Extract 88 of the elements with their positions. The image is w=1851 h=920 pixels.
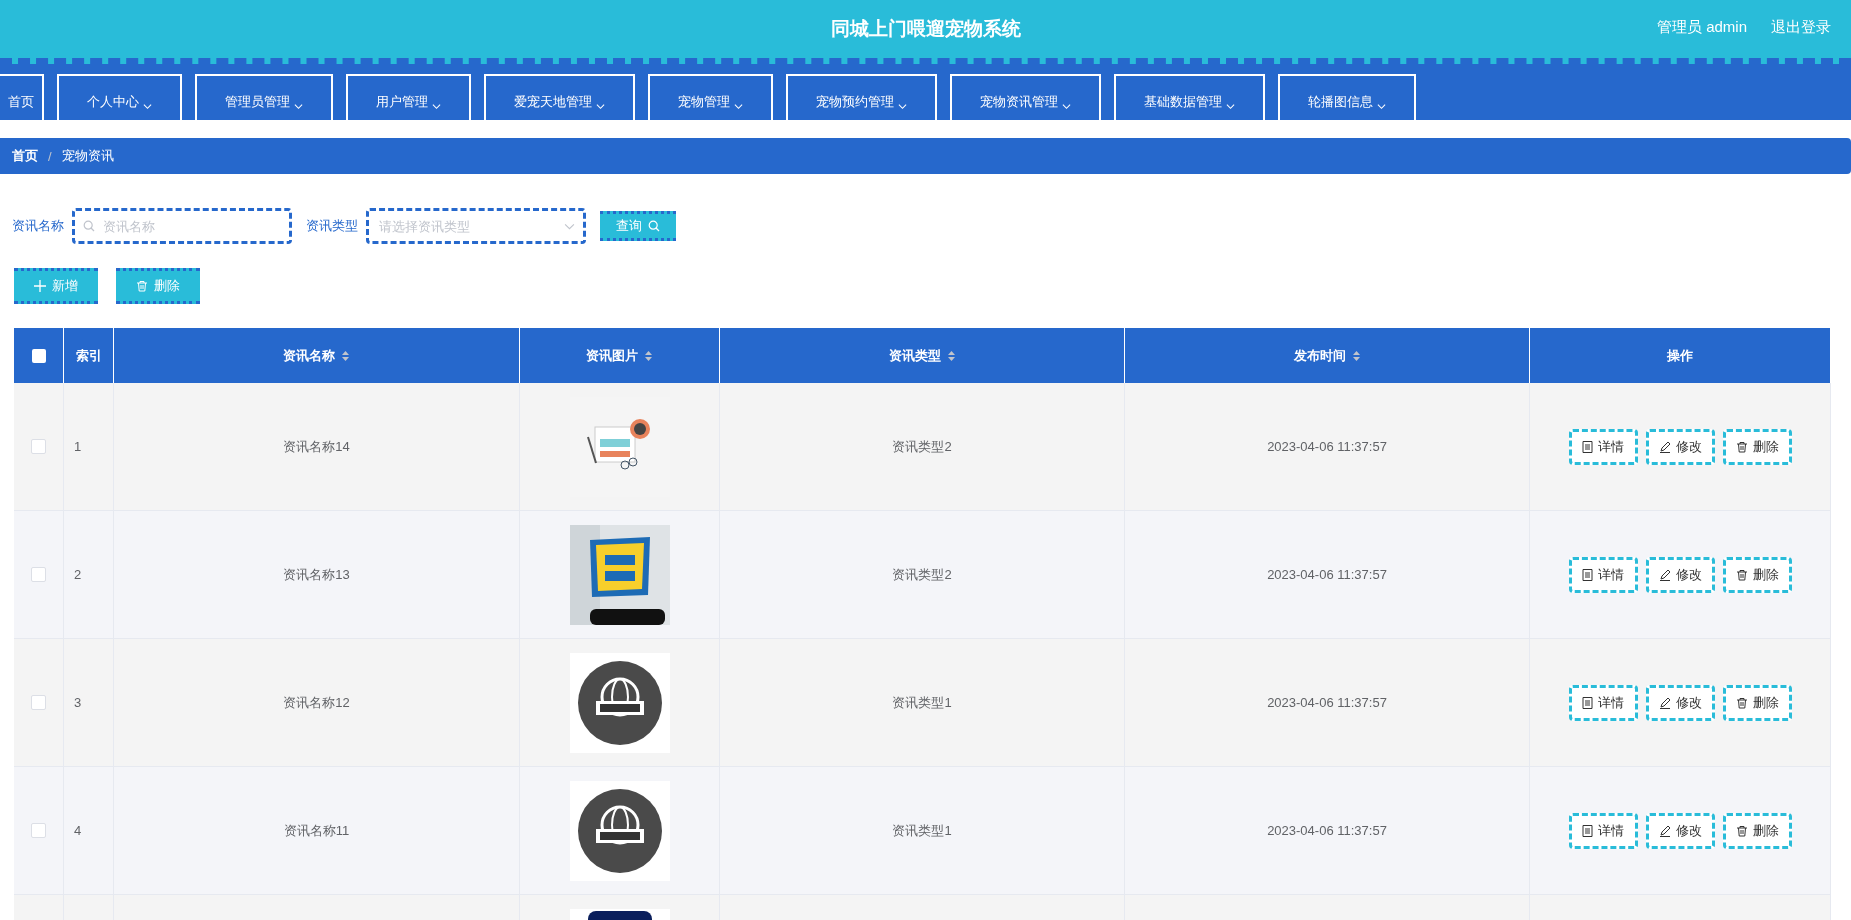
row-action-button[interactable]: 详情 xyxy=(1568,556,1638,593)
row-action-button[interactable]: 删除 xyxy=(1722,812,1792,849)
row-action-button[interactable]: 修改 xyxy=(1645,812,1715,849)
table-cell: 资讯类型2 xyxy=(892,565,952,584)
nav-item[interactable]: 个人中心 xyxy=(57,74,182,120)
chevron-down-icon xyxy=(143,102,152,111)
nav-item[interactable]: 管理员管理 xyxy=(195,74,333,120)
name-search-field[interactable]: 资讯名称 xyxy=(72,208,292,244)
sort-icon[interactable] xyxy=(1351,349,1361,362)
row-action-button[interactable]: 删除 xyxy=(1722,684,1792,721)
search-icon xyxy=(648,220,660,232)
column-header: 操作 xyxy=(1667,346,1693,365)
nav-item[interactable]: 基础数据管理 xyxy=(1114,74,1265,120)
nav-item[interactable]: 爱宠天地管理 xyxy=(484,74,635,120)
column-header[interactable]: 资讯图片 xyxy=(586,346,653,365)
plus-icon xyxy=(34,280,46,292)
column-header[interactable]: 资讯类型 xyxy=(888,346,956,365)
chevron-down-icon xyxy=(734,102,743,111)
table-cell: 资讯类型1 xyxy=(892,693,952,712)
row-action-button[interactable]: 删除 xyxy=(1722,556,1792,593)
trash-icon xyxy=(1735,440,1748,453)
search-icon xyxy=(83,220,95,232)
name-search-input[interactable]: 资讯名称 xyxy=(101,217,281,235)
row-checkbox[interactable] xyxy=(31,695,46,710)
row-action-button[interactable]: 详情 xyxy=(1568,428,1638,465)
nav-item[interactable]: 宠物管理 xyxy=(648,74,773,120)
row-action-button[interactable]: 修改 xyxy=(1645,556,1715,593)
column-header: 索引 xyxy=(75,346,102,365)
sort-icon[interactable] xyxy=(946,349,956,362)
sort-icon[interactable] xyxy=(341,349,350,362)
table-cell: 3 xyxy=(74,695,82,710)
table-cell: 资讯类型1 xyxy=(892,821,952,840)
row-action-button[interactable]: 删除 xyxy=(1722,428,1792,465)
chevron-down-icon xyxy=(1226,102,1235,111)
table-cell: 1 xyxy=(74,439,82,454)
trash-icon xyxy=(1735,696,1748,709)
nav-item[interactable]: 首页 xyxy=(0,74,44,120)
nav-item[interactable]: 用户管理 xyxy=(346,74,471,120)
chevron-down-icon xyxy=(596,102,605,111)
breadcrumb-separator: / xyxy=(48,148,52,164)
row-action-button[interactable]: 详情 xyxy=(1568,812,1638,849)
trash-icon xyxy=(1735,824,1748,837)
table-cell: 资讯名称12 xyxy=(283,693,350,712)
pencil-icon xyxy=(1658,440,1671,453)
trash-icon xyxy=(1735,568,1748,581)
document-icon xyxy=(1582,824,1593,837)
table-cell: 2023-04-06 11:37:57 xyxy=(1267,567,1387,582)
chevron-down-icon xyxy=(1062,102,1071,111)
row-checkbox[interactable] xyxy=(31,439,46,454)
breadcrumb-item[interactable]: 首页 xyxy=(12,147,38,165)
field-label: 资讯名称 xyxy=(12,217,64,235)
table-cell: 资讯名称13 xyxy=(283,565,350,584)
row-action-button[interactable]: 详情 xyxy=(1568,684,1638,721)
row-action-button[interactable]: 修改 xyxy=(1645,428,1715,465)
sort-icon[interactable] xyxy=(644,349,653,362)
pencil-icon xyxy=(1658,568,1671,581)
chevron-down-icon xyxy=(294,102,303,111)
breadcrumb-item: 宠物资讯 xyxy=(61,147,114,165)
chevron-down-icon xyxy=(1377,102,1386,111)
column-header[interactable]: 发布时间 xyxy=(1293,346,1361,365)
row-checkbox[interactable] xyxy=(31,567,46,582)
table-cell: 资讯名称11 xyxy=(283,821,350,840)
trash-icon xyxy=(136,280,148,292)
type-select-input[interactable]: 请选择资讯类型 xyxy=(377,217,558,235)
table-cell: 4 xyxy=(74,823,82,838)
document-icon xyxy=(1582,568,1593,581)
table-cell: 2023-04-06 11:37:57 xyxy=(1267,439,1387,454)
row-checkbox[interactable] xyxy=(31,823,46,838)
table-cell: 资讯名称14 xyxy=(283,437,350,456)
nav-item[interactable]: 宠物预约管理 xyxy=(786,74,937,120)
document-icon xyxy=(1582,440,1593,453)
table-cell: 2023-04-06 11:37:57 xyxy=(1267,695,1387,710)
pencil-icon xyxy=(1658,824,1671,837)
chevron-down-icon xyxy=(432,102,441,111)
column-header[interactable]: 资讯名称 xyxy=(283,346,350,365)
field-label: 资讯类型 xyxy=(306,217,358,235)
row-action-button[interactable]: 修改 xyxy=(1645,684,1715,721)
select-all-checkbox[interactable] xyxy=(31,348,46,363)
document-icon xyxy=(1582,696,1593,709)
nav-item[interactable]: 宠物资讯管理 xyxy=(950,74,1101,120)
pencil-icon xyxy=(1658,696,1671,709)
table-cell: 2 xyxy=(74,567,82,582)
app-title: 同城上门喂遛宠物系统 xyxy=(830,17,1021,41)
chevron-down-icon xyxy=(898,102,907,111)
table-cell: 资讯类型2 xyxy=(892,437,952,456)
table-cell: 2023-04-06 11:37:57 xyxy=(1267,823,1387,838)
nav-item[interactable]: 轮播图信息 xyxy=(1278,74,1416,120)
type-select[interactable]: 请选择资讯类型 xyxy=(366,208,586,244)
